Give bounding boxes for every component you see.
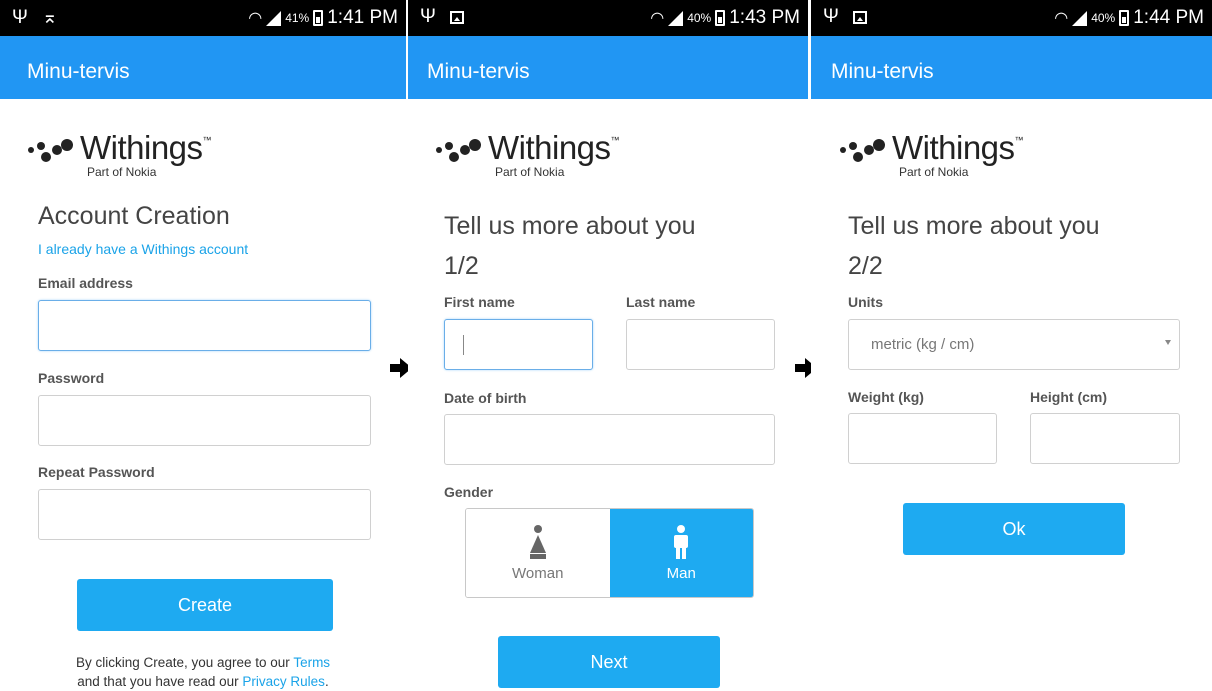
- privacy-notice-text: and that you have read our: [77, 674, 243, 689]
- page-title: Account Creation: [38, 202, 230, 230]
- battery-percent: 41%: [285, 11, 310, 25]
- status-time: 1:43 PM: [729, 7, 800, 28]
- brand-tagline: Part of Nokia: [495, 165, 565, 179]
- app-title: Minu-tervis: [27, 60, 130, 83]
- chevron-down-icon: [1165, 340, 1171, 345]
- wifi-icon: ◠: [650, 10, 665, 27]
- image-icon: [852, 10, 867, 24]
- gender-man-label: Man: [666, 564, 696, 582]
- app-bar: Minu-tervis: [0, 36, 406, 99]
- status-time: 1:44 PM: [1133, 7, 1204, 28]
- terms-notice-end: .: [324, 674, 329, 689]
- brand-name: Withings: [892, 129, 1015, 166]
- logo-dots-icon: [28, 139, 74, 163]
- terms-link[interactable]: Terms: [293, 655, 330, 670]
- email-label: Email address: [38, 275, 133, 291]
- notification-icon: ⌅: [41, 7, 58, 28]
- gender-label: Gender: [444, 484, 494, 500]
- repeat-password-label: Repeat Password: [38, 464, 155, 480]
- app-bar: Minu-tervis: [408, 36, 808, 99]
- gender-woman-label: Woman: [512, 564, 564, 582]
- first-name-label: First name: [444, 294, 515, 310]
- logo-dots-icon: [436, 139, 482, 163]
- dob-label: Date of birth: [444, 390, 527, 406]
- units-select-value: metric (kg / cm): [871, 336, 975, 353]
- brand-tagline: Part of Nokia: [899, 165, 969, 179]
- terms-notice-text: By clicking Create, you agree to our: [75, 655, 294, 670]
- gender-man-option[interactable]: Man: [609, 509, 753, 597]
- status-bar: Ψ ◠ 40% 1:43 PM: [408, 0, 808, 36]
- signal-icon: [266, 10, 282, 26]
- gender-toggle: Woman Man: [465, 508, 754, 598]
- logo-dots-icon: [840, 139, 886, 163]
- battery-percent: 40%: [687, 11, 712, 25]
- battery-icon: [1119, 10, 1130, 26]
- signal-icon: [668, 10, 684, 26]
- screen-account-creation: Ψ ⌅ ◠ 41% 1:41 PM Minu-tervis Withings™ …: [0, 0, 406, 691]
- terms-notice: By clicking Create, you agree to our Ter…: [30, 653, 376, 691]
- ok-button[interactable]: Ok: [903, 503, 1125, 555]
- step-indicator: 2/2: [848, 252, 883, 280]
- usb-icon: Ψ: [823, 6, 839, 27]
- existing-account-link[interactable]: I already have a Withings account: [38, 241, 248, 257]
- height-field[interactable]: [1030, 413, 1180, 464]
- text-cursor: [463, 335, 464, 355]
- brand-trademark: ™: [202, 135, 212, 145]
- brand-tagline: Part of Nokia: [87, 165, 157, 179]
- weight-field[interactable]: [848, 413, 997, 464]
- create-button[interactable]: Create: [77, 579, 333, 631]
- last-name-field[interactable]: [626, 319, 775, 370]
- man-icon: [670, 524, 692, 559]
- create-button-label: Create: [177, 594, 233, 615]
- app-title: Minu-tervis: [427, 60, 530, 83]
- wifi-icon: ◠: [248, 10, 263, 27]
- brand-trademark: ™: [610, 135, 620, 145]
- battery-icon: [715, 10, 726, 26]
- app-bar: Minu-tervis: [811, 36, 1212, 99]
- brand-trademark: ™: [1014, 135, 1024, 145]
- usb-icon: Ψ: [12, 6, 28, 28]
- image-icon: [449, 10, 464, 24]
- next-button-label: Next: [590, 651, 628, 672]
- email-field[interactable]: [38, 300, 371, 351]
- battery-icon: [313, 10, 324, 26]
- screen-about-you-step2: Ψ ◠ 40% 1:44 PM Minu-tervis Withings™ Pa…: [811, 0, 1212, 691]
- next-button[interactable]: Next: [498, 636, 720, 688]
- last-name-label: Last name: [626, 294, 696, 310]
- brand-name: Withings: [80, 129, 203, 166]
- status-bar: Ψ ◠ 40% 1:44 PM: [811, 0, 1212, 36]
- first-name-field[interactable]: [444, 319, 593, 370]
- status-time: 1:41 PM: [327, 7, 398, 28]
- woman-icon: [527, 524, 549, 559]
- brand-name: Withings: [488, 129, 611, 166]
- repeat-password-field[interactable]: [38, 489, 371, 540]
- weight-label: Weight (kg): [848, 389, 924, 405]
- step-indicator: 1/2: [444, 252, 479, 280]
- units-label: Units: [848, 294, 883, 310]
- units-select[interactable]: metric (kg / cm): [848, 319, 1180, 370]
- battery-percent: 40%: [1091, 11, 1116, 25]
- usb-icon: Ψ: [420, 6, 436, 27]
- privacy-link[interactable]: Privacy Rules: [242, 674, 325, 689]
- status-bar: Ψ ⌅ ◠ 41% 1:41 PM: [0, 0, 406, 36]
- ok-button-label: Ok: [1002, 518, 1026, 539]
- arrow-right-icon: [390, 358, 412, 378]
- password-field[interactable]: [38, 395, 371, 446]
- app-title: Minu-tervis: [831, 60, 934, 83]
- signal-icon: [1072, 10, 1088, 26]
- wifi-icon: ◠: [1054, 10, 1069, 27]
- dob-field[interactable]: [444, 414, 775, 465]
- height-label: Height (cm): [1030, 389, 1107, 405]
- gender-woman-option[interactable]: Woman: [466, 509, 610, 597]
- screen-about-you-step1: Ψ ◠ 40% 1:43 PM Minu-tervis Withings™ Pa…: [408, 0, 808, 691]
- password-label: Password: [38, 370, 105, 386]
- page-title: Tell us more about you: [444, 212, 696, 240]
- page-title: Tell us more about you: [848, 212, 1100, 240]
